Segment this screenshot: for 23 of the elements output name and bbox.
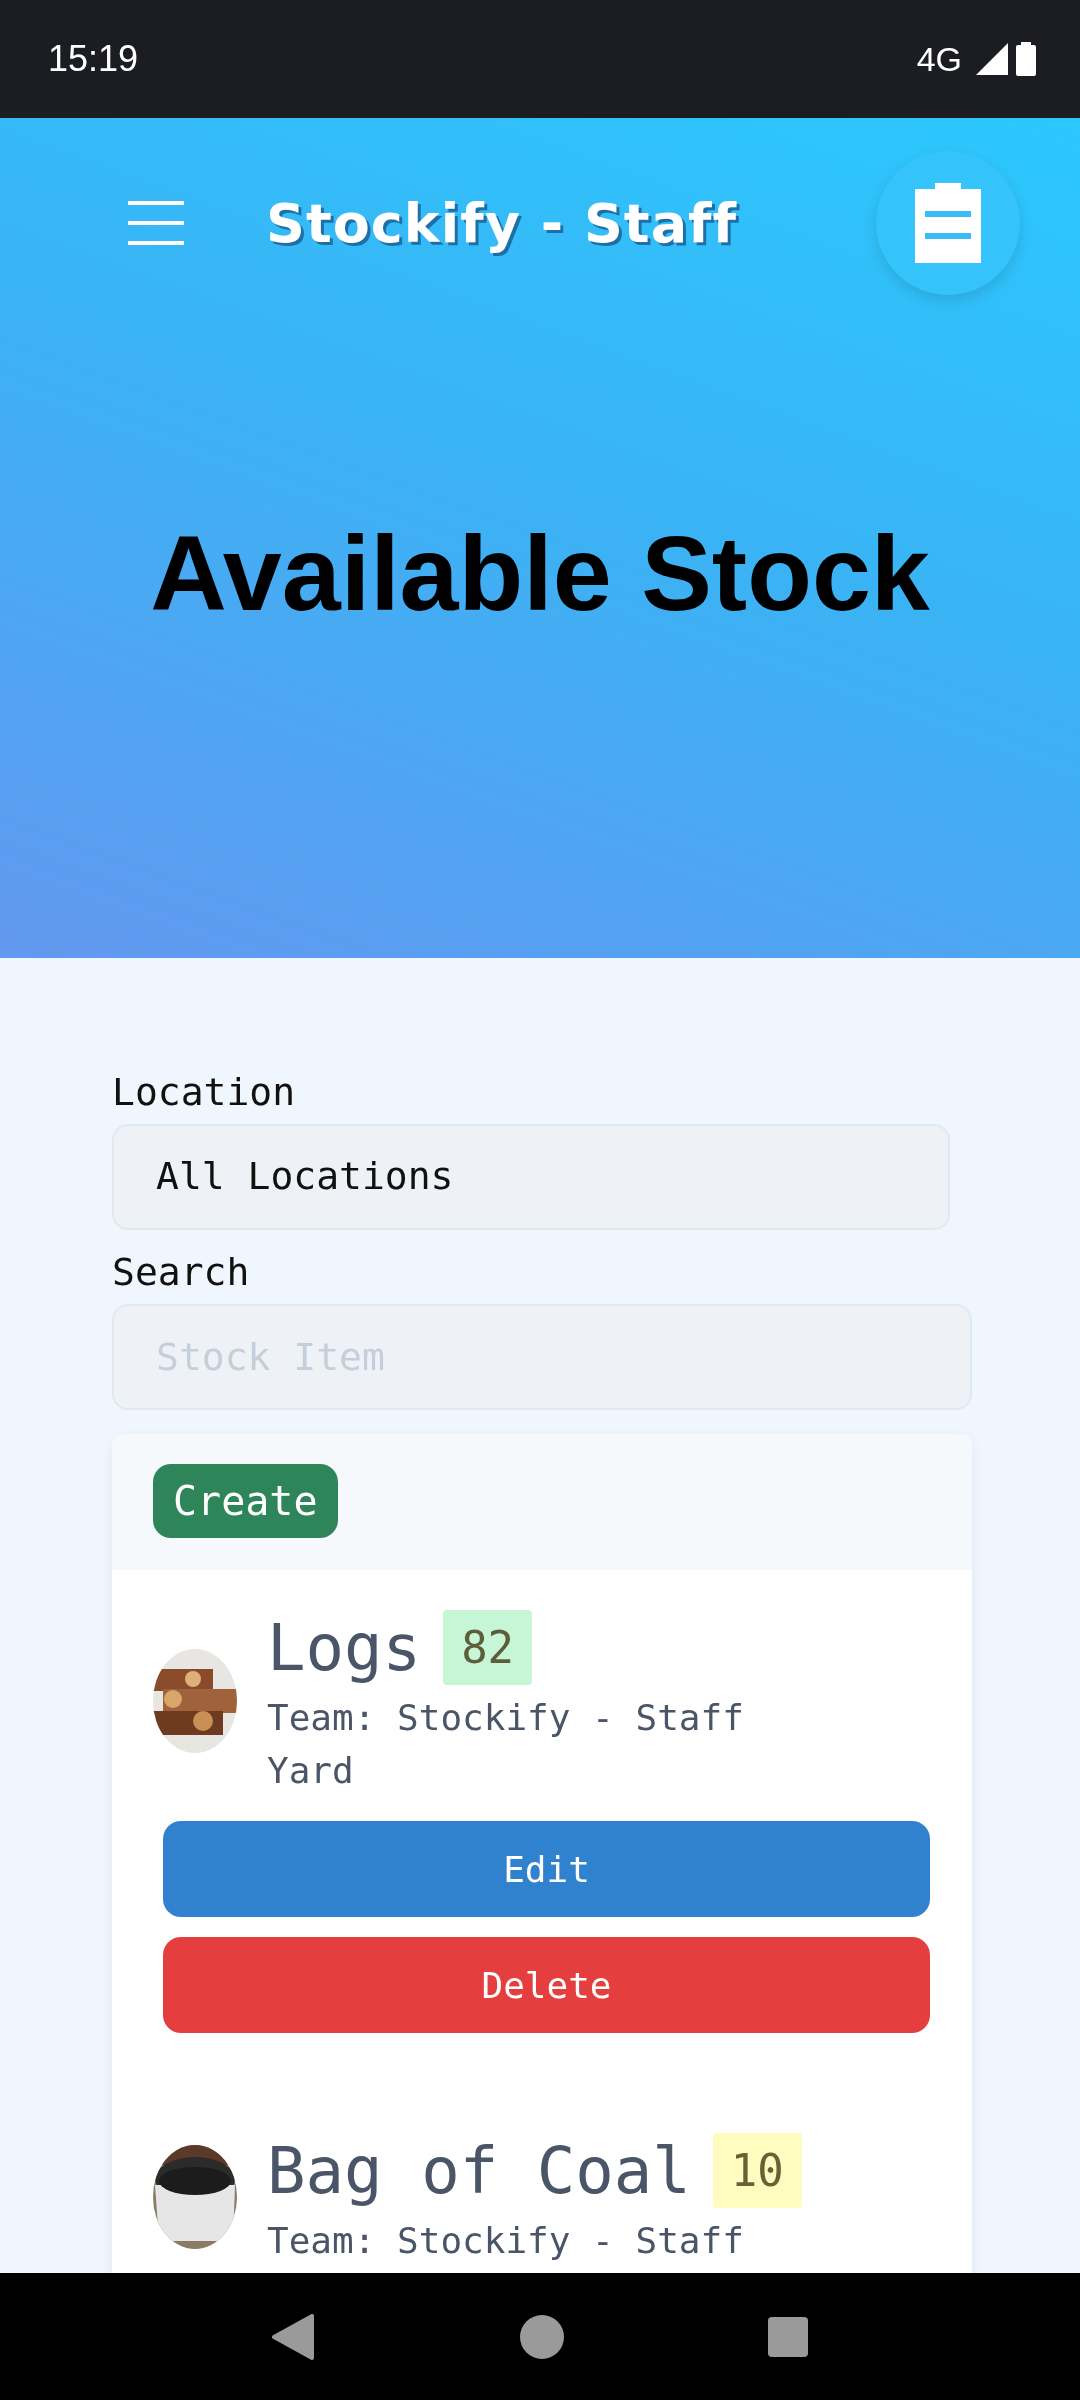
network-type: 4G (916, 39, 962, 79)
home-icon[interactable] (520, 2314, 564, 2359)
signal-icon (976, 43, 1008, 75)
location-text: Yard (267, 1750, 355, 1791)
item-name: Bag of Coal (267, 2133, 691, 2208)
clipboard-icon (915, 183, 981, 263)
delete-button[interactable]: Delete (163, 1937, 930, 2033)
location-label: Location (112, 1070, 297, 1114)
location-select[interactable]: All Locations (112, 1124, 950, 1230)
item-name: Logs (267, 1610, 422, 1685)
team-text: Team: Stockify - Staff (267, 2220, 745, 2261)
clock: 15:19 (48, 38, 139, 80)
quantity-badge: 82 (443, 1610, 533, 1685)
back-icon[interactable] (272, 2313, 316, 2360)
recents-icon[interactable] (768, 2316, 808, 2357)
search-label: Search (112, 1250, 251, 1294)
app-title: Stockify - Staff (266, 191, 738, 255)
page-title: Available Stock (149, 513, 931, 634)
battery-icon (1016, 42, 1036, 76)
create-button[interactable]: Create (153, 1464, 338, 1538)
quantity-badge: 10 (712, 2133, 802, 2208)
edit-button[interactable]: Edit (163, 1821, 930, 1917)
team-text: Team: Stockify - Staff (267, 1697, 744, 1738)
